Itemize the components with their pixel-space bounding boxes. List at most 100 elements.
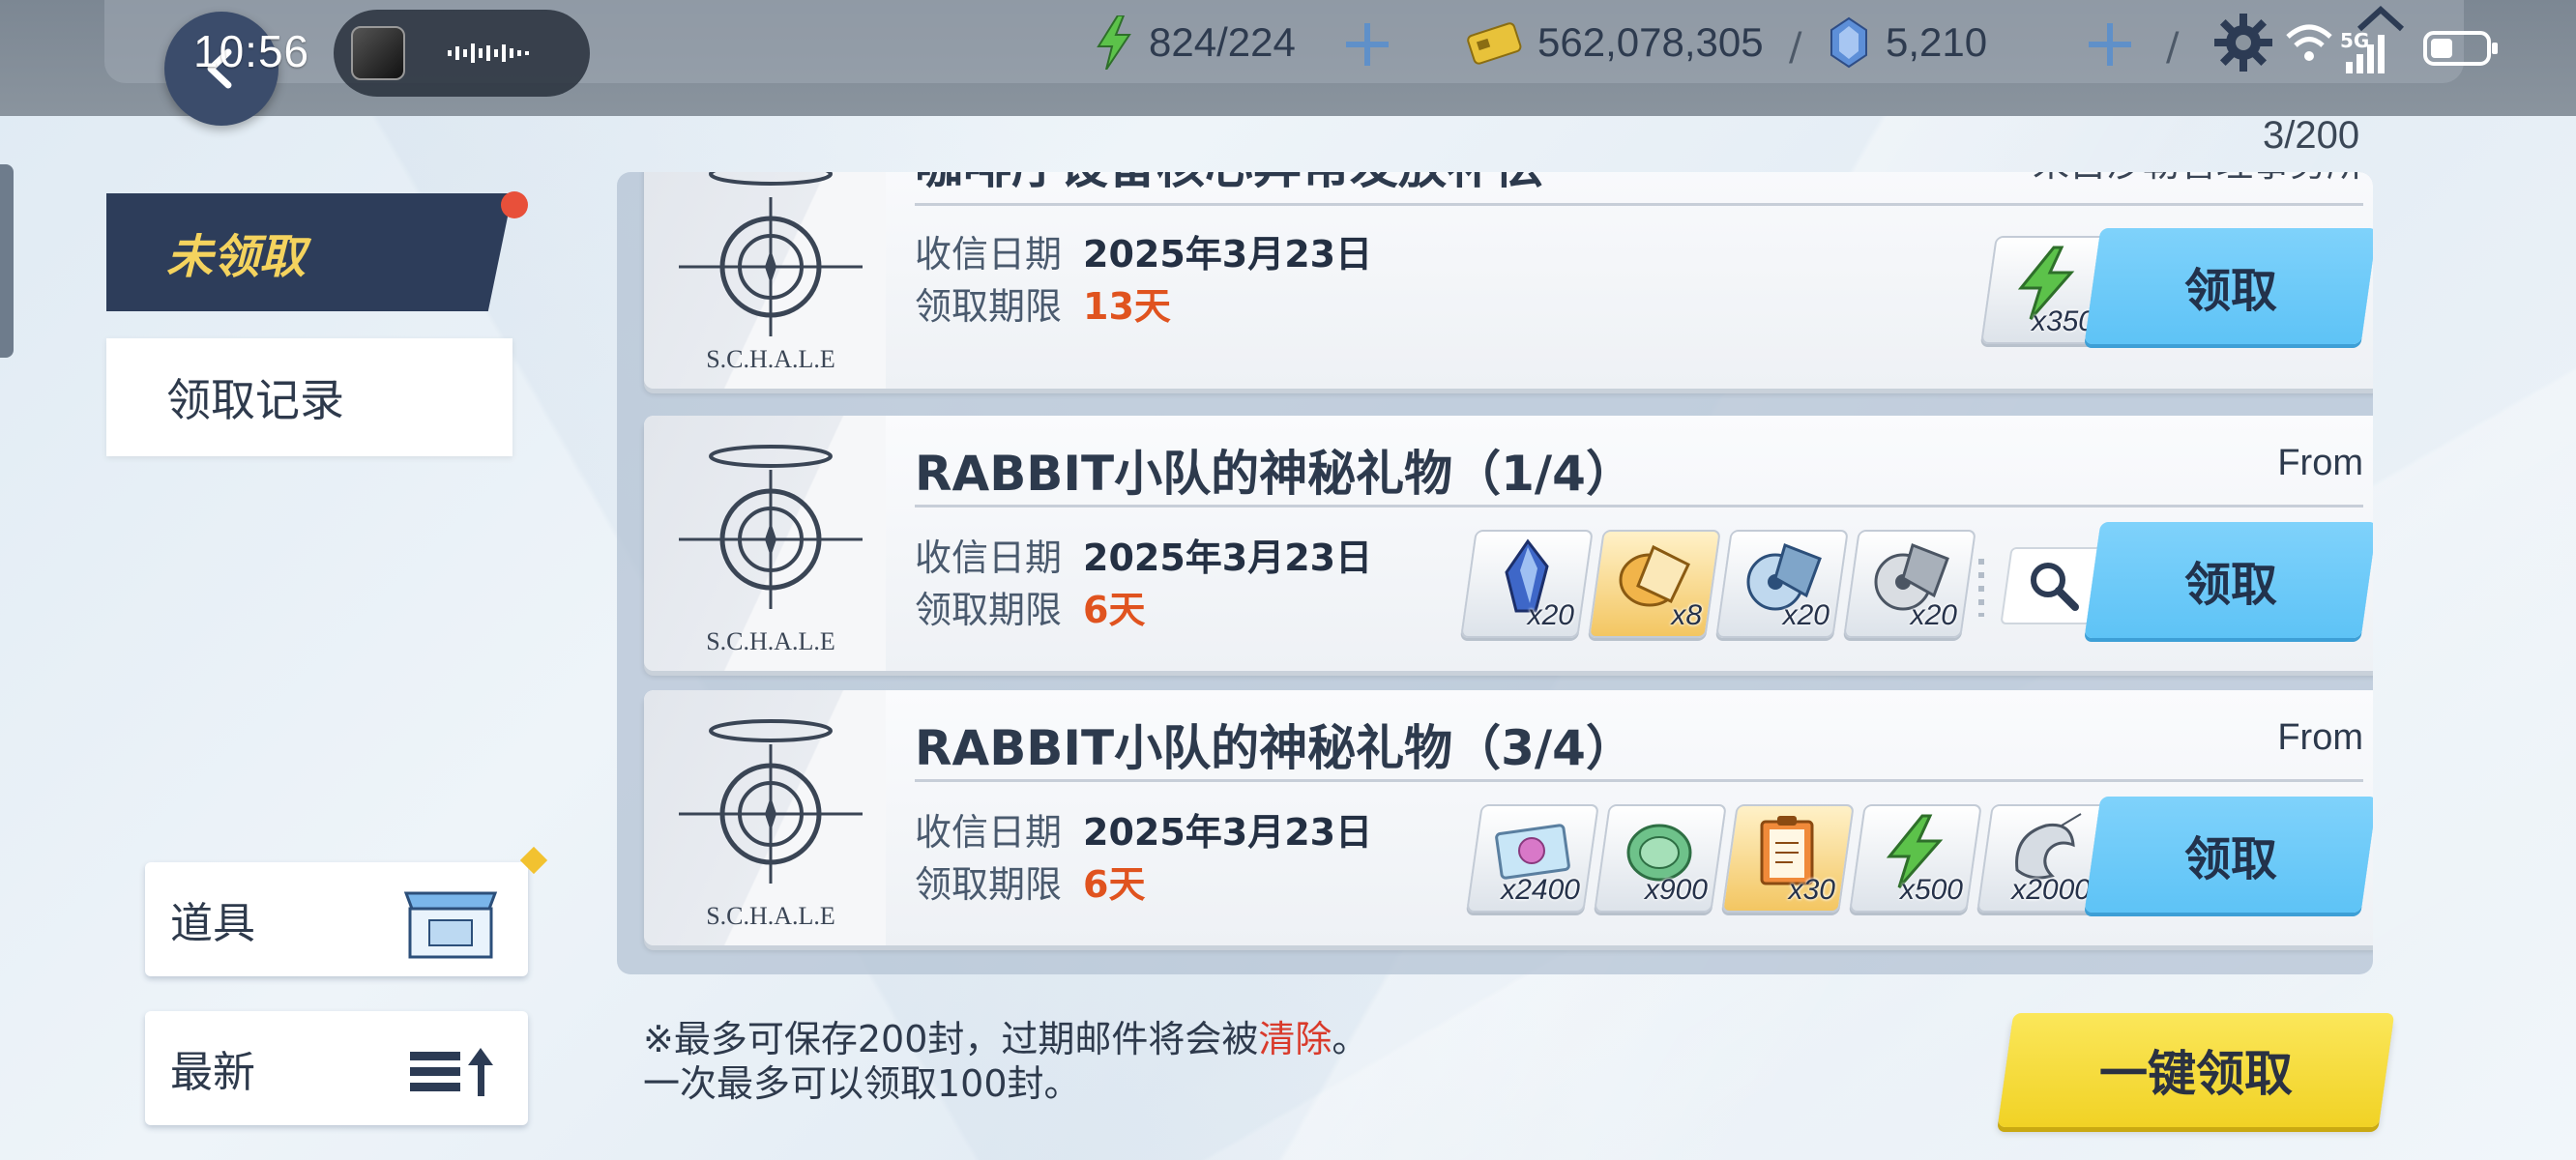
reward-item[interactable]: x900 <box>1594 804 1727 913</box>
notice-line2: 一次最多可以领取100封。 <box>643 1062 1081 1105</box>
expire-value: 6天 <box>1083 589 1146 631</box>
mail-counter: 3/200 <box>2263 114 2360 157</box>
reward-item[interactable]: x30 <box>1721 804 1855 913</box>
notice-line1-red: 清除 <box>1258 1018 1332 1060</box>
claim-all-label: 一键领取 <box>2099 1046 2293 1102</box>
mail-from: From <box>2277 717 2363 758</box>
credit-counter: 562,078,305 <box>1466 14 1764 72</box>
wifi-icon <box>2286 24 2332 61</box>
gear-icon[interactable] <box>2212 12 2274 73</box>
add-ap-button[interactable] <box>1340 17 1394 72</box>
reward-item[interactable]: x8 <box>1588 530 1721 638</box>
claim-button[interactable]: 领取 <box>2084 228 2373 344</box>
reward-item[interactable]: x20 <box>1460 530 1594 638</box>
battery-icon <box>2423 31 2498 66</box>
claim-label: 领取 <box>2183 558 2277 612</box>
mail-notice: ※最多可保存200封，过期邮件将会被清除。 一次最多可以领取100封。 <box>643 1017 1368 1106</box>
tab-unclaimed[interactable]: 未领取 <box>106 193 512 311</box>
reward-qty: x500 <box>1899 874 1963 906</box>
item-filter-label: 道具 <box>170 899 255 948</box>
reward-qty: x20 <box>1910 599 1957 631</box>
reward-qty: x8 <box>1671 599 1702 631</box>
media-indicator[interactable] <box>334 10 590 97</box>
received-row: 收信日期 2025年3月23日 <box>915 802 1372 856</box>
claim-button[interactable]: 领取 <box>2084 522 2373 638</box>
notice-line1-prefix: ※最多可保存200封，过期邮件将会被 <box>643 1018 1259 1060</box>
received-row: 收信日期 2025年3月23日 <box>915 224 1372 277</box>
mail-title: RABBIT小队的神秘礼物（1/4） <box>915 446 1634 502</box>
mail-from: 来自沙勒管理事务所 <box>2033 172 2363 187</box>
sort-order-icon <box>410 1048 493 1096</box>
pyroxene-counter: 5,210 <box>1828 14 1987 72</box>
reward-item[interactable]: x2400 <box>1466 804 1599 913</box>
reward-qty: x2400 <box>1501 874 1580 906</box>
credit-card-icon <box>1467 22 1522 65</box>
item-filter-button[interactable]: 道具 <box>145 862 528 976</box>
item-box-icon <box>403 891 498 959</box>
schale-logo-icon: S.C.H.A.L.E <box>679 445 863 655</box>
ap-counter: 824/224 <box>1095 14 1296 72</box>
claim-label: 领取 <box>2183 264 2277 318</box>
add-pyroxene-button[interactable] <box>2083 17 2137 72</box>
received-date: 2025年3月23日 <box>1083 233 1373 276</box>
received-date: 2025年3月23日 <box>1083 811 1373 854</box>
status-time: 10:56 <box>193 26 310 76</box>
mail-title: RABBIT小队的神秘礼物（3/4） <box>915 720 1634 776</box>
album-thumbnail <box>351 26 405 80</box>
pyroxene-gem-icon <box>1830 16 1867 69</box>
audio-wave-icon <box>448 44 529 63</box>
received-label: 收信日期 <box>915 536 1063 579</box>
sender-name: S.C.H.A.L.E <box>706 902 835 930</box>
mail-item[interactable]: S.C.H.A.L.E 咖啡厅设备核心异常发放补偿 来自沙勒管理事务所 收信日期… <box>644 172 2373 389</box>
reward-qty: x900 <box>1644 874 1708 906</box>
notification-dot <box>501 191 528 218</box>
search-icon <box>2031 563 2079 611</box>
mail-item[interactable]: S.C.H.A.L.E RABBIT小队的神秘礼物（3/4） From 收信日期… <box>644 690 2373 945</box>
sort-label: 最新 <box>170 1048 255 1097</box>
side-drawer-handle[interactable] <box>0 164 14 358</box>
mail-from: From <box>2277 443 2363 483</box>
ap-value: 824/224 <box>1149 19 1296 65</box>
sort-button[interactable]: 最新 <box>145 1011 528 1125</box>
credit-value: 562,078,305 <box>1537 19 1764 65</box>
tab-history-label: 领取记录 <box>166 374 344 426</box>
expire-value: 6天 <box>1083 863 1146 906</box>
reward-qty: x20 <box>1527 599 1574 631</box>
tab-history[interactable]: 领取记录 <box>106 338 512 456</box>
claim-button[interactable]: 领取 <box>2084 797 2373 913</box>
schale-logo-icon: S.C.H.A.L.E <box>679 172 863 373</box>
expire-row: 领取期限 6天 <box>915 580 1145 633</box>
card-divider <box>915 779 2363 782</box>
notice-line1-suffix: 。 <box>1332 1018 1369 1060</box>
mail-title: 咖啡厅设备核心异常发放补偿 <box>915 172 1543 197</box>
reward-qty: x2000 <box>2011 874 2091 906</box>
claim-all-button[interactable]: 一键领取 <box>1997 1013 2395 1127</box>
received-label: 收信日期 <box>915 811 1063 854</box>
schale-logo-icon: S.C.H.A.L.E <box>679 719 863 930</box>
received-row: 收信日期 2025年3月23日 <box>915 528 1372 581</box>
mail-list-panel[interactable]: S.C.H.A.L.E 咖啡厅设备核心异常发放补偿 来自沙勒管理事务所 收信日期… <box>617 172 2373 974</box>
received-label: 收信日期 <box>915 233 1063 276</box>
expire-row: 领取期限 6天 <box>915 855 1145 908</box>
home-icon[interactable] <box>2354 4 2408 43</box>
pyroxene-value: 5,210 <box>1886 19 1988 65</box>
top-bar: 10:56 824/224 562,078,305 / 5,210 / 5G <box>0 0 2576 126</box>
card-divider <box>915 203 2363 206</box>
expire-label: 领取期限 <box>915 285 1063 328</box>
reward-qty: x20 <box>1782 599 1830 631</box>
expire-label: 领取期限 <box>915 589 1063 631</box>
reward-item[interactable]: x20 <box>1715 530 1849 638</box>
ap-bolt-icon <box>1097 15 1131 70</box>
reward-qty: x30 <box>1788 874 1835 906</box>
sender-name: S.C.H.A.L.E <box>706 345 835 373</box>
expire-value: 13天 <box>1083 285 1171 328</box>
reward-item[interactable]: x20 <box>1843 530 1976 638</box>
mail-item[interactable]: S.C.H.A.L.E RABBIT小队的神秘礼物（1/4） From 收信日期… <box>644 416 2373 671</box>
resource-separator-2: / <box>2166 25 2180 70</box>
received-date: 2025年3月23日 <box>1083 536 1373 579</box>
reward-item[interactable]: x500 <box>1849 804 1982 913</box>
resource-separator: / <box>1789 25 1802 70</box>
expire-label: 领取期限 <box>915 863 1063 906</box>
card-divider <box>915 505 2363 508</box>
expire-row: 领取期限 13天 <box>915 276 1171 330</box>
